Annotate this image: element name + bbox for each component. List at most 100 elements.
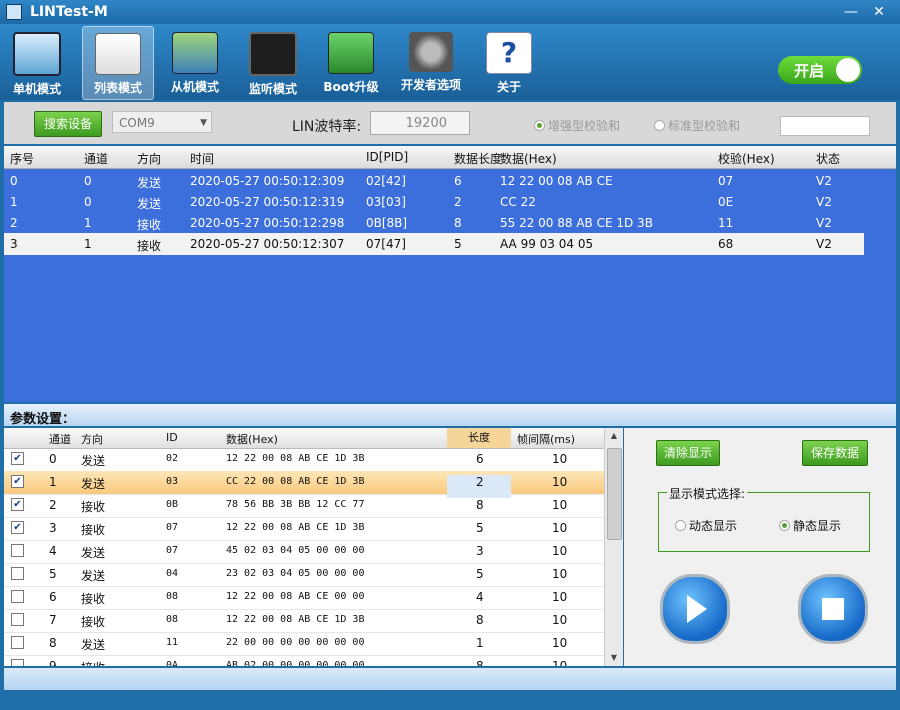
stop-icon (822, 598, 844, 620)
param-cell-len[interactable]: 5 (476, 567, 484, 581)
scroll-up-icon[interactable]: ▲ (606, 428, 622, 444)
row-checkbox[interactable] (11, 544, 24, 557)
message-cell: 0 (84, 195, 92, 209)
static-display-radio[interactable]: 静态显示 (779, 517, 841, 534)
radio-indicator (534, 120, 545, 131)
param-cell-interval[interactable]: 10 (552, 521, 567, 535)
row-checkbox[interactable] (11, 590, 24, 603)
clear-display-button[interactable]: 清除显示 (656, 440, 720, 466)
param-row[interactable]: ✔ 0 发送 02 12 22 00 08 AB CE 1D 3B 6 10 (4, 448, 604, 472)
param-cell-len[interactable]: 8 (476, 498, 484, 512)
param-row[interactable]: 5 发送 04 23 02 03 04 05 00 00 00 5 10 (4, 563, 604, 587)
message-cell: 0B[8B] (366, 216, 408, 230)
param-settings-label: 参数设置： (10, 412, 76, 427)
param-cell-data[interactable]: 22 00 00 00 00 00 00 00 (226, 637, 364, 648)
baud-input[interactable]: 19200 (370, 111, 470, 135)
message-row[interactable]: 0 0 发送 2020-05-27 00:50:12:309 02[42] 6 12 22 … (4, 170, 864, 192)
blank-field[interactable] (780, 116, 870, 136)
param-cell-data[interactable]: 12 22 00 08 AB CE 1D 3B (226, 522, 364, 533)
message-row[interactable]: 2 1 接收 2020-05-27 00:50:12:298 0B[8B] 8 55 22 … (4, 212, 864, 234)
param-cell-data[interactable]: 12 22 00 08 AB CE 00 00 (226, 591, 364, 602)
param-cell-len[interactable]: 8 (476, 613, 484, 627)
tool-monitor-mode[interactable]: 监听模式 (238, 26, 308, 98)
checksum-enhanced-radio[interactable]: 增强型校验和 (534, 117, 620, 134)
search-device-button[interactable]: 搜索设备 (34, 111, 102, 137)
minimize-button[interactable]: — (838, 2, 864, 22)
param-row[interactable]: 4 发送 07 45 02 03 04 05 00 00 00 3 10 (4, 540, 604, 564)
param-cell-len[interactable]: 3 (476, 544, 484, 558)
param-row[interactable]: ✔ 2 接收 0B 78 56 BB 3B BB 12 CC 77 8 10 (4, 494, 604, 518)
param-cell-len[interactable]: 4 (476, 590, 484, 604)
col-header-status: 状态 (816, 152, 841, 166)
tool-standalone-mode[interactable]: 单机模式 (2, 26, 72, 98)
dynamic-display-radio[interactable]: 动态显示 (675, 517, 737, 534)
param-row[interactable]: 9 接收 0A AB 02 00 00 00 00 00 00 8 10 (4, 655, 604, 666)
port-select[interactable]: COM9 ▼ (112, 111, 212, 133)
message-row[interactable]: 1 0 发送 2020-05-27 00:50:12:319 03[03] 2 CC 22 0… (4, 191, 864, 213)
tool-slave-mode[interactable]: 从机模式 (160, 26, 230, 98)
tool-boot-upgrade[interactable]: Boot升级 (316, 26, 386, 98)
param-cell-data[interactable]: CC 22 00 08 AB CE 1D 3B (226, 476, 364, 487)
param-cell-interval[interactable]: 10 (552, 544, 567, 558)
row-checkbox[interactable]: ✔ (11, 475, 24, 488)
scroll-down-icon[interactable]: ▼ (606, 650, 622, 666)
row-checkbox[interactable] (11, 613, 24, 626)
param-cell-data[interactable]: 23 02 03 04 05 00 00 00 (226, 568, 364, 579)
stop-button[interactable] (798, 574, 868, 644)
param-cell-ch: 2 (49, 498, 57, 512)
param-cell-len[interactable]: 2 (476, 475, 484, 489)
param-cell-dir: 发送 (81, 546, 106, 560)
param-cell-data[interactable]: 45 02 03 04 05 00 00 00 (226, 545, 364, 556)
param-cell-dir: 发送 (81, 477, 106, 491)
param-cell-id: 04 (166, 568, 179, 579)
message-cell: 6 (454, 174, 462, 188)
param-row[interactable]: ✔ 3 接收 07 12 22 00 08 AB CE 1D 3B 5 10 (4, 517, 604, 541)
param-cell-data[interactable]: 12 22 00 08 AB CE 1D 3B (226, 614, 364, 625)
tool-developer-options[interactable]: 开发者选项 (396, 26, 466, 98)
message-cell: 2020-05-27 00:50:12:307 (190, 237, 345, 251)
tool-about[interactable]: ? 关于 (474, 26, 544, 98)
param-cell-ch: 5 (49, 567, 57, 581)
row-checkbox[interactable] (11, 636, 24, 649)
col-header-length: 长度 (447, 428, 511, 448)
param-cell-data[interactable]: 78 56 BB 3B BB 12 CC 77 (226, 499, 364, 510)
param-cell-interval[interactable]: 10 (552, 613, 567, 627)
param-cell-len[interactable]: 5 (476, 521, 484, 535)
param-cell-id: 08 (166, 614, 179, 625)
display-mode-group: 显示模式选择: 动态显示 静态显示 (658, 485, 870, 552)
row-checkbox[interactable]: ✔ (11, 498, 24, 511)
param-cell-len[interactable]: 1 (476, 636, 484, 650)
param-grid-scrollbar[interactable]: ▲ ▼ (604, 428, 623, 666)
close-button[interactable]: ✕ (866, 2, 892, 22)
param-cell-len[interactable]: 6 (476, 452, 484, 466)
power-toggle[interactable]: 开启 (778, 56, 862, 84)
col-header-data: 数据(Hex) (500, 152, 557, 166)
param-row[interactable]: 8 发送 11 22 00 00 00 00 00 00 00 1 10 (4, 632, 604, 656)
window-title: LINTest-M (30, 4, 108, 20)
param-cell-interval[interactable]: 10 (552, 498, 567, 512)
start-button[interactable] (660, 574, 730, 644)
param-cell-dir: 接收 (81, 659, 105, 666)
tool-list-mode[interactable]: 列表模式 (82, 26, 154, 100)
param-cell-data[interactable]: 12 22 00 08 AB CE 1D 3B (226, 453, 364, 464)
scroll-thumb[interactable] (607, 448, 622, 540)
param-row[interactable]: 7 接收 08 12 22 00 08 AB CE 1D 3B 8 10 (4, 609, 604, 633)
checksum-standard-radio[interactable]: 标准型校验和 (654, 117, 740, 134)
message-row[interactable]: 3 1 接收 2020-05-27 00:50:12:307 07[47] 5 AA 99 … (4, 233, 864, 255)
param-cell-interval[interactable]: 10 (552, 590, 567, 604)
param-cell-interval[interactable]: 10 (552, 567, 567, 581)
param-cell-interval[interactable]: 10 (552, 452, 567, 466)
save-data-button[interactable]: 保存数据 (802, 440, 868, 466)
param-cell-ch: 3 (49, 521, 57, 535)
param-row[interactable]: ✔ 1 发送 03 CC 22 00 08 AB CE 1D 3B 2 10 (4, 471, 604, 498)
row-checkbox[interactable]: ✔ (11, 521, 24, 534)
row-checkbox[interactable] (11, 659, 24, 666)
param-cell-interval[interactable]: 10 (552, 659, 567, 666)
param-cell-len[interactable]: 8 (476, 659, 484, 666)
row-checkbox[interactable]: ✔ (11, 452, 24, 465)
param-cell-data[interactable]: AB 02 00 00 00 00 00 00 (226, 660, 364, 666)
param-cell-interval[interactable]: 10 (552, 475, 567, 489)
row-checkbox[interactable] (11, 567, 24, 580)
param-row[interactable]: 6 接收 08 12 22 00 08 AB CE 00 00 4 10 (4, 586, 604, 610)
param-cell-interval[interactable]: 10 (552, 636, 567, 650)
